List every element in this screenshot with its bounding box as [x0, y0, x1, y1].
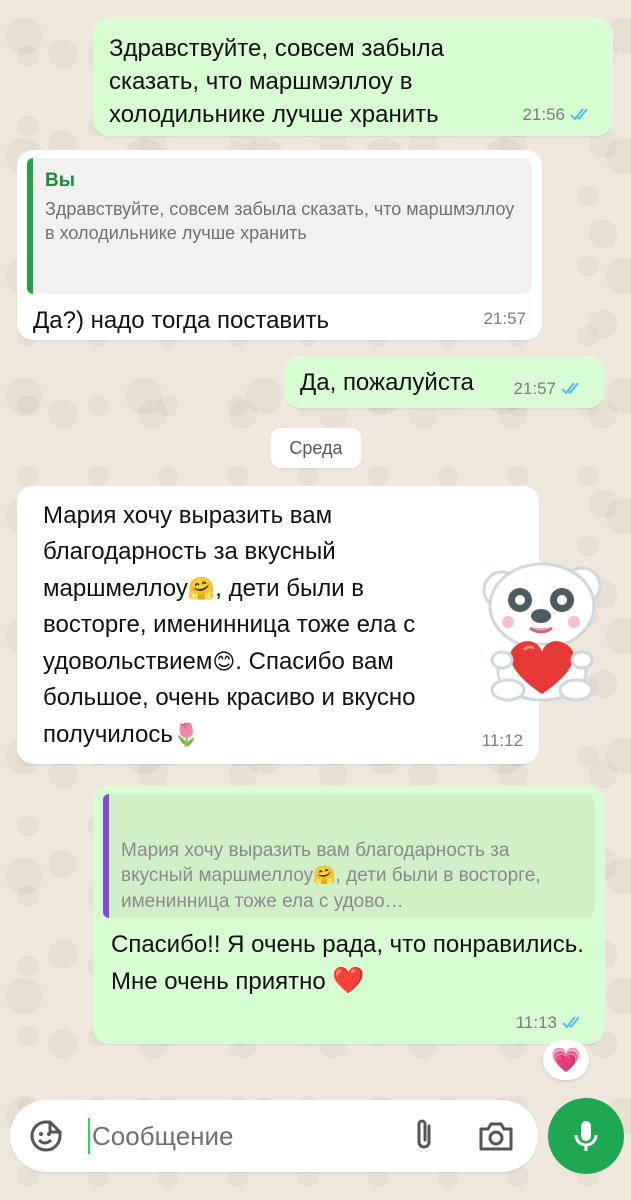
- voice-record-button[interactable]: [548, 1098, 624, 1174]
- message-time: 21:56: [522, 104, 565, 124]
- message-composer: [10, 1100, 538, 1172]
- tulip-emoji: 🌷: [172, 722, 201, 748]
- message-meta: 21:57: [513, 377, 588, 400]
- message-meta: 11:13: [516, 1011, 589, 1034]
- message-text: Да, пожалуйста: [300, 369, 474, 396]
- quote-text: Здравствуйте, совсем забыла сказать, что…: [45, 199, 515, 244]
- attach-icon: [417, 1119, 431, 1149]
- bear-with-heart-sticker[interactable]: [472, 556, 612, 704]
- message-text: Здравствуйте, совсем забыла сказать, что…: [109, 35, 445, 129]
- message-text: Да?) надо тогда поставить: [33, 307, 330, 334]
- quote-text: Мария хочу выразить вам благодарность за…: [121, 840, 541, 912]
- message-time: 11:12: [481, 731, 523, 751]
- attach-button[interactable]: [404, 1116, 444, 1156]
- message-time: 21:57: [483, 308, 526, 328]
- hugging-face-emoji: 🤗: [313, 865, 336, 887]
- message-time: 21:57: [513, 378, 556, 398]
- quote-author: Вы: [45, 170, 75, 191]
- pink-heart-emoji: 💗: [551, 1046, 581, 1074]
- message-meta: 21:57: [483, 307, 526, 330]
- mic-icon: [574, 1121, 598, 1151]
- message-text: Спасибо!! Я очень рада, что понравились.…: [111, 931, 584, 996]
- message-outgoing[interactable]: Да, пожалуйста 21:57: [284, 356, 604, 408]
- date-separator: Среда: [271, 428, 361, 468]
- double-check-read-icon: [561, 382, 579, 395]
- message-incoming[interactable]: Вы Здравствуйте, совсем забыла сказать, …: [17, 150, 542, 340]
- sticker-button[interactable]: [26, 1116, 66, 1156]
- message-reaction[interactable]: 💗: [543, 1040, 589, 1080]
- camera-button[interactable]: [474, 1116, 518, 1156]
- message-outgoing[interactable]: Здравствуйте, совсем забыла сказать, что…: [93, 18, 613, 136]
- reply-quote[interactable]: Мария хочу выразить вам благодарность за…: [103, 794, 595, 918]
- message-text: Мария хочу выразить вам благодарность за…: [43, 502, 416, 748]
- reply-quote[interactable]: Вы Здравствуйте, совсем забыла сказать, …: [27, 158, 532, 294]
- camera-icon: [479, 1122, 513, 1151]
- double-check-read-icon: [570, 108, 588, 121]
- text-cursor: [88, 1118, 90, 1154]
- message-outgoing[interactable]: Мария хочу выразить вам благодарность за…: [93, 786, 605, 1044]
- message-time: 11:13: [515, 1012, 557, 1032]
- message-input[interactable]: [92, 1116, 392, 1156]
- double-check-read-icon: [562, 1016, 580, 1029]
- message-meta: 21:56: [522, 103, 597, 126]
- red-heart-emoji: ❤️: [332, 965, 365, 996]
- hugging-face-emoji: 🤗: [187, 576, 216, 602]
- message-meta: 11:12: [482, 728, 523, 754]
- smiling-face-emoji: 😊: [212, 649, 236, 675]
- sticker-icon: [30, 1120, 62, 1152]
- message-incoming[interactable]: Мария хочу выразить вам благодарность за…: [17, 486, 539, 764]
